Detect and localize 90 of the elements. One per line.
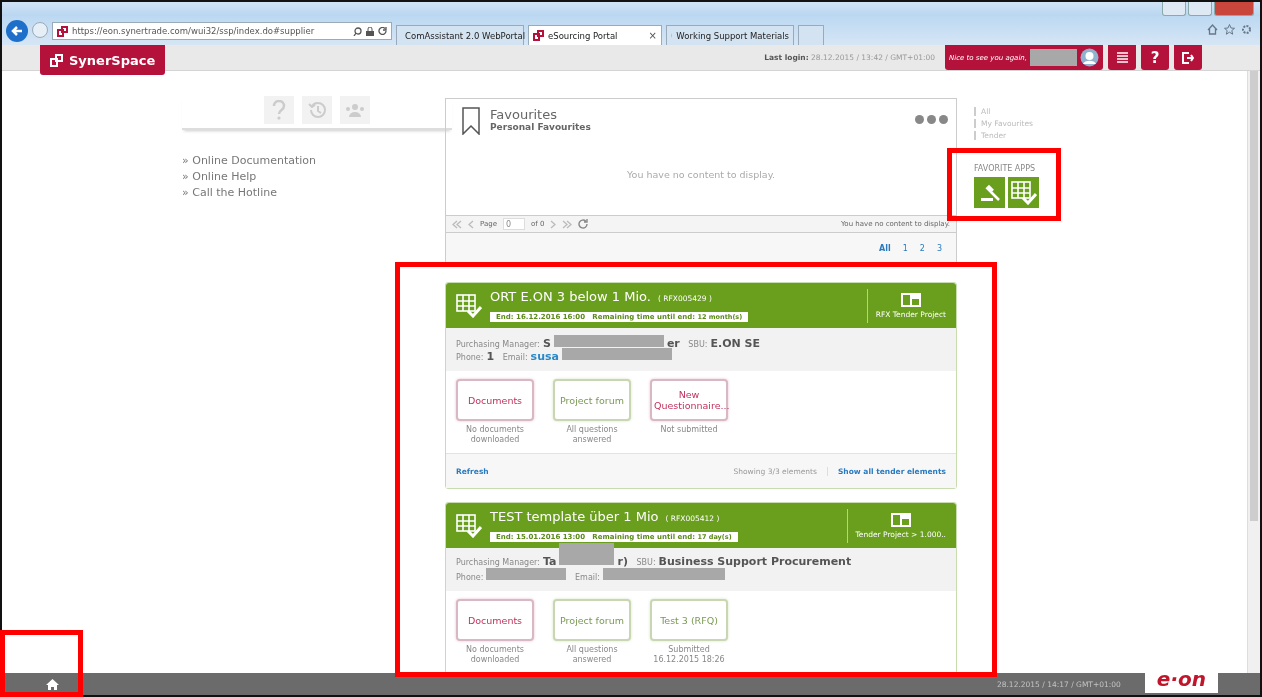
tender-title[interactable]: TEST template über 1 Mio: [490, 508, 659, 524]
browser-tab[interactable]: eSourcing Portal ×: [528, 25, 662, 45]
page-link[interactable]: 1: [902, 244, 908, 253]
manager-name: er: [666, 337, 680, 350]
last-page-icon[interactable]: [562, 219, 573, 229]
star-icon[interactable]: [1224, 24, 1235, 35]
tile-status: No documents downloaded: [465, 425, 525, 445]
menu-icon: [1116, 52, 1128, 63]
tile-status: No documents downloaded: [465, 645, 525, 665]
first-page-icon[interactable]: [452, 219, 462, 229]
logo-icon: [50, 53, 63, 67]
layout-icon: [900, 292, 921, 307]
page-link[interactable]: 3: [936, 244, 942, 253]
panel-subtitle: Personal Favourites: [490, 122, 591, 132]
forward-button[interactable]: [32, 22, 48, 38]
page-link[interactable]: 2: [919, 244, 925, 253]
phone-label: Phone:: [456, 573, 484, 583]
maximize-button[interactable]: [1188, 2, 1212, 16]
phone-label: Phone:: [456, 353, 484, 362]
layout-icon: [890, 512, 911, 527]
sbu-value: E.ON SE: [710, 337, 760, 350]
page-link[interactable]: All: [879, 244, 891, 253]
scrollbar[interactable]: [1247, 71, 1260, 673]
help-link[interactable]: » Online Help: [182, 170, 442, 183]
help-button[interactable]: ?: [1141, 45, 1169, 70]
email-link[interactable]: susa: [530, 350, 559, 363]
tile-status: All questions answered: [565, 645, 619, 665]
tile-status: All questions answered: [565, 425, 619, 445]
gavel-icon: [979, 183, 1000, 202]
close-button[interactable]: [1214, 2, 1254, 16]
minimize-button[interactable]: [1162, 2, 1186, 16]
manager-name: Ta: [542, 555, 557, 569]
menu-button[interactable]: [1108, 45, 1136, 70]
page-field[interactable]: 0: [502, 218, 525, 230]
app-logo[interactable]: SynerSpace: [40, 45, 166, 75]
sbu-label: SBU:: [688, 340, 708, 349]
url-text: https://eon.synertrade.com/wui32/ssp/index.do#supplier: [72, 26, 316, 36]
sbu-value: Business Support Procurement: [658, 555, 852, 569]
address-bar[interactable]: https://eon.synertrade.com/wui32/ssp/index.do#supplier: [52, 22, 392, 40]
home-icon[interactable]: [46, 678, 59, 690]
manager-label: Purchasing Manager:: [456, 340, 540, 349]
logo-text: SynerSpace: [69, 52, 156, 68]
grid-check-icon: [1010, 180, 1037, 205]
logo-icon: [533, 30, 544, 41]
back-button[interactable]: [6, 20, 28, 42]
logout-icon: [1182, 51, 1194, 64]
tile-status: Submitted 16.12.2015 18:26: [652, 645, 726, 665]
bookmark-icon: [462, 107, 480, 135]
settings-icon[interactable]: [1241, 24, 1252, 35]
app-button[interactable]: [974, 177, 1005, 208]
section-tile[interactable]: Project forum: [553, 379, 631, 421]
panel-title: Favourites: [490, 107, 558, 122]
manager-name: r): [617, 555, 628, 569]
browser-tab[interactable]: ComAssistant 2.0 WebPortal: [396, 25, 524, 45]
search-icon: [353, 26, 362, 36]
grid-check-icon: [456, 293, 482, 318]
tile-status: Not submitted: [660, 425, 718, 435]
help-link[interactable]: » Call the Hotline: [182, 186, 442, 199]
section-heading: FAVORITE APPS: [974, 164, 1037, 173]
refresh-icon: [378, 26, 387, 36]
section-tile[interactable]: Test 3 (RFQ): [650, 599, 728, 642]
section-tile[interactable]: Documents: [456, 599, 534, 642]
redaction-block: [559, 543, 615, 566]
prev-page-icon[interactable]: [468, 219, 474, 229]
phone-value: 1: [486, 350, 495, 363]
section-tile[interactable]: Documents: [456, 379, 534, 421]
section-tile[interactable]: New Questionnaire...: [650, 379, 728, 421]
back-arrow-icon: [11, 25, 23, 37]
manager-name: S: [542, 337, 551, 350]
lock-icon: [366, 26, 374, 36]
avatar-icon[interactable]: [1080, 48, 1099, 67]
new-tab-button[interactable]: [798, 25, 824, 45]
email-label: Email:: [575, 573, 600, 583]
browser-tab[interactable]: Working Support Materials: [666, 25, 794, 45]
section-tile[interactable]: Project forum: [553, 599, 631, 642]
manager-label: Purchasing Manager:: [456, 558, 540, 568]
sbu-label: SBU:: [636, 558, 656, 568]
next-page-icon[interactable]: [550, 219, 557, 229]
help-link[interactable]: » Online Documentation: [182, 154, 442, 167]
home-icon[interactable]: [1207, 24, 1218, 35]
empty-message: You have no content to display.: [626, 169, 776, 180]
tab-close[interactable]: ×: [648, 30, 657, 41]
refresh-icon[interactable]: [578, 219, 589, 229]
redaction-block: [1030, 49, 1078, 66]
app-button[interactable]: [1008, 177, 1039, 208]
logo-icon: [57, 25, 68, 37]
email-label: Email:: [502, 353, 528, 362]
logout-button[interactable]: [1174, 45, 1202, 70]
tender-title[interactable]: ORT E.ON 3 below 1 Mio.: [490, 288, 651, 304]
grid-check-icon: [456, 513, 482, 538]
